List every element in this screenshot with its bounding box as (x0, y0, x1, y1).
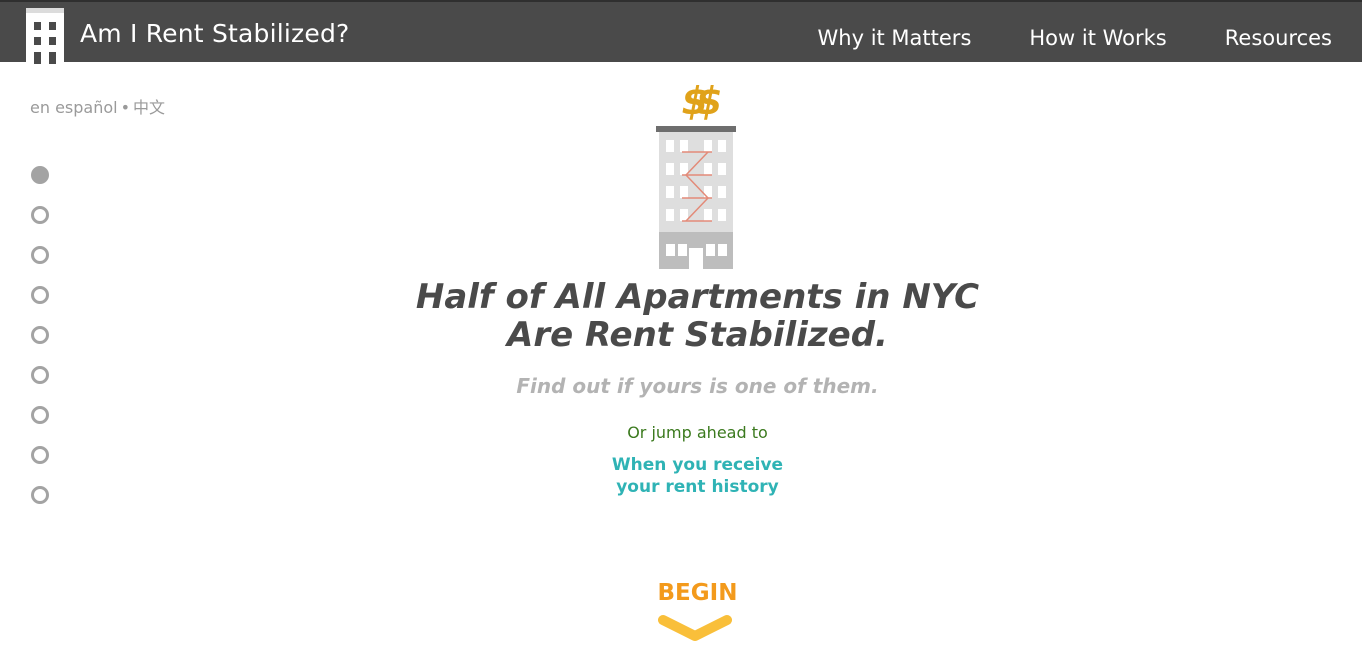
nav-how-it-works[interactable]: How it Works (1029, 26, 1166, 50)
progress-dots (31, 166, 49, 526)
language-separator: • (120, 98, 131, 117)
jump-link-line-1[interactable]: When you receive (300, 454, 1095, 476)
jump-link-line-2[interactable]: your rent history (300, 476, 1095, 498)
progress-dot-7[interactable] (31, 406, 49, 424)
building-illustration-icon: $$ (656, 79, 736, 269)
headline-line-2: Are Rent Stabilized. (507, 315, 888, 355)
language-chinese-link[interactable]: 中文 (133, 98, 165, 117)
progress-dot-8[interactable] (31, 446, 49, 464)
chevron-down-icon[interactable] (657, 614, 733, 642)
site-title[interactable]: Am I Rent Stabilized? (80, 19, 349, 48)
progress-dot-4[interactable] (31, 286, 49, 304)
top-navigation-bar: Am I Rent Stabilized? Why it Matters How… (0, 0, 1362, 64)
begin-button[interactable]: BEGIN (300, 580, 1095, 606)
progress-dot-9[interactable] (31, 486, 49, 504)
building-logo-icon[interactable] (26, 8, 64, 64)
progress-dot-6[interactable] (31, 366, 49, 384)
jump-ahead-prompt: Or jump ahead to (627, 423, 768, 442)
headline-line-1: Half of All Apartments in NYC (415, 277, 980, 317)
main-nav: Why it Matters How it Works Resources (818, 26, 1332, 50)
progress-dot-5[interactable] (31, 326, 49, 344)
progress-dot-2[interactable] (31, 206, 49, 224)
nav-why-it-matters[interactable]: Why it Matters (818, 26, 972, 50)
headline: Half of All Apartments in NYC Are Rent S… (300, 278, 1095, 354)
progress-dot-1[interactable] (31, 166, 49, 184)
language-spanish-link[interactable]: en español (30, 98, 118, 117)
jump-to-rent-history-link[interactable]: When you receive your rent history (300, 454, 1095, 498)
progress-dot-3[interactable] (31, 246, 49, 264)
subheadline: Find out if yours is one of them. (516, 374, 879, 398)
dollar-sign-icon: $$ (682, 79, 720, 123)
language-switcher: en español • 中文 (30, 94, 165, 118)
nav-resources[interactable]: Resources (1225, 26, 1332, 50)
